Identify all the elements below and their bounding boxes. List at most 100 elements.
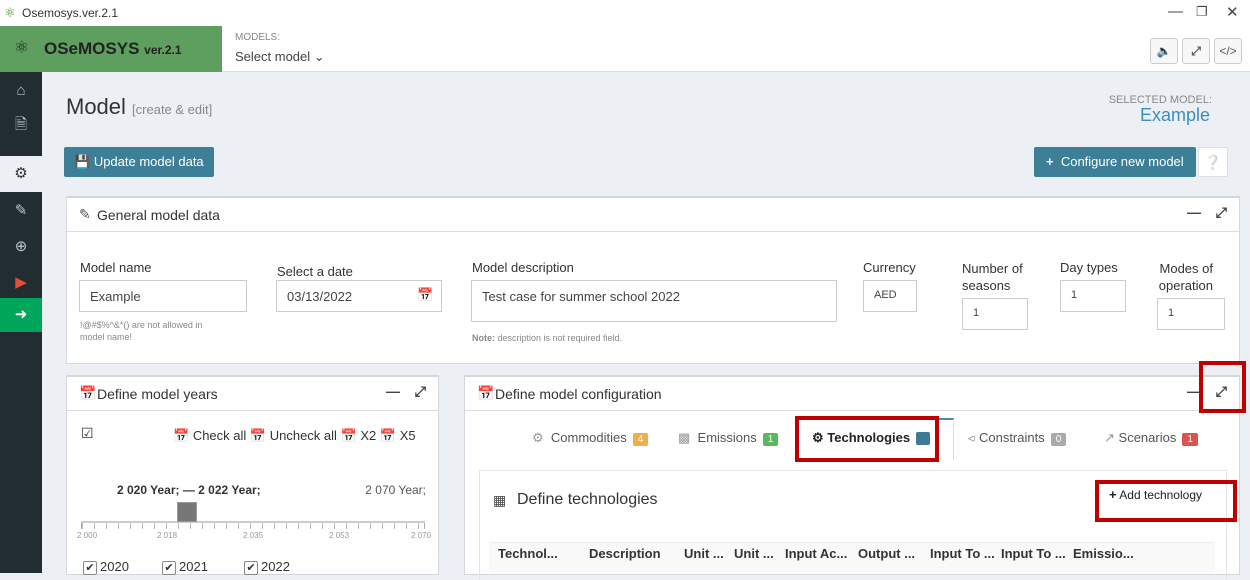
calendar-icon[interactable]: 📅 [417, 287, 433, 303]
arrow-right-icon: ➜ [14, 306, 28, 323]
close-icon[interactable]: ✕ [1226, 3, 1239, 21]
column-header[interactable]: Output ... [858, 546, 915, 561]
selected-model-value: Example [1139, 105, 1210, 125]
general-box-header: ✎ General model data — ⤢ [67, 198, 1239, 232]
highlight-expand [1199, 361, 1246, 413]
tab-constraints[interactable]: ⪦ Constraints 0 [968, 430, 1067, 446]
volume-icon: 🔈 [1156, 44, 1172, 58]
years-box-title: Define model years [97, 386, 218, 402]
model-name-label: Model name [80, 260, 152, 275]
years-box-header: 📅 Define model years — ⤢ [67, 377, 438, 411]
column-header[interactable]: Unit ... [734, 546, 774, 561]
x5-button[interactable]: 📅 X5 [380, 428, 416, 443]
year-slider-ticks [81, 523, 425, 529]
currency-input[interactable]: AED [863, 280, 917, 312]
seasons-label: Number of seasons [962, 261, 1023, 293]
share-icon: ⪦ [968, 430, 976, 445]
chart-icon: ▩ [678, 430, 691, 445]
uncheck-all-button[interactable]: 📅 Uncheck all [250, 428, 337, 443]
column-header[interactable]: Technol... [498, 546, 558, 561]
general-model-data-box: ✎ General model data — ⤢ Model name Exam… [66, 196, 1240, 364]
expand-icon: ⤢ [1191, 44, 1201, 58]
expand-button[interactable]: ⤢ [415, 383, 426, 400]
currency-label: Currency [863, 260, 916, 275]
page-title: Model [create & edit] [66, 94, 213, 119]
sound-button[interactable]: 🔈 [1150, 38, 1178, 64]
day-types-input[interactable]: 1 [1060, 280, 1126, 312]
minimize-icon[interactable]: — [1168, 3, 1183, 20]
tick-label: 2 053 [329, 531, 350, 540]
sidebar-item-next[interactable]: ➜ [0, 298, 42, 332]
code-button[interactable]: </> [1214, 38, 1242, 64]
day-types-label: Day types [1060, 260, 1118, 275]
tick-label: 2 018 [157, 531, 178, 540]
tick-label: 2 000 [77, 531, 98, 540]
column-header[interactable]: Emissio... [1073, 546, 1134, 561]
collapse-button[interactable]: — [386, 383, 400, 399]
check-all-button[interactable]: 📅 Check all [173, 428, 246, 443]
question-icon: ❔ [1204, 154, 1222, 170]
sidebar-item-search[interactable]: ⊕ [0, 230, 42, 264]
tech-section-title: Define technologies [517, 491, 658, 508]
sidebar-item-edit[interactable]: ✎ [0, 194, 42, 228]
date-label: Select a date [277, 264, 353, 279]
description-label: Model description [472, 260, 574, 275]
expand-button[interactable]: ⤢ [1216, 204, 1227, 221]
modes-label: Modes of operation [1158, 261, 1213, 293]
help-button[interactable]: ❔ [1198, 147, 1228, 177]
modes-input[interactable]: 1 [1157, 298, 1225, 330]
sidebar-item-run[interactable]: ▶ [0, 266, 42, 300]
cog-icon: ⚙ [532, 430, 544, 445]
window-titlebar: ⚛ Osemosys.ver.2.1 — ❐ ✕ [0, 0, 1250, 26]
column-header[interactable]: Input Ac... [785, 546, 847, 561]
collapse-button[interactable]: — [1187, 204, 1201, 220]
column-header[interactable]: Input To ... [930, 546, 995, 561]
x2-button[interactable]: 📅 X2 [341, 428, 377, 443]
brand-logo-icon: ⚛ [14, 38, 30, 57]
description-input[interactable]: Test case for summer school 2022 [471, 280, 837, 322]
sidebar: ⌂ 🗎 ⚙ ✎ ⊕ ▶ ➜ [0, 72, 42, 573]
models-label: MODELS: [235, 32, 281, 43]
fullscreen-button[interactable]: ⤢ [1182, 38, 1210, 64]
sidebar-item-docs[interactable]: 🗎 [0, 108, 42, 142]
model-config-box: 📅 Define model configuration — ⤢ ▦ Defin… [464, 375, 1240, 580]
brand-name: OSeMOSYS ver.2.1 [44, 39, 182, 58]
tab-emissions[interactable]: ▩ Emissions 1 [678, 430, 779, 446]
column-header[interactable]: Unit ... [684, 546, 724, 561]
seasons-input[interactable]: 1 [962, 298, 1028, 330]
tab-scenarios[interactable]: ↗ Scenarios 1 [1104, 430, 1198, 446]
edit-icon: ✎ [14, 202, 28, 219]
save-icon: 💾 [74, 154, 91, 169]
model-name-input[interactable]: Example [79, 280, 247, 312]
code-icon: </> [1219, 44, 1237, 58]
year-actions: 📅 Check all 📅 Uncheck all 📅 X2 📅 X5 [173, 428, 416, 444]
select-all-checkbox[interactable]: ☑ [81, 425, 94, 442]
tab-commodities[interactable]: ⚙ Commodities 4 [532, 430, 649, 446]
model-name-note: !@#$%^&*() are not allowed in model name! [80, 320, 203, 342]
sidebar-item-home[interactable]: ⌂ [0, 74, 42, 108]
restore-icon[interactable]: ❐ [1196, 4, 1208, 20]
config-box-title: Define model configuration [495, 386, 662, 402]
line-chart-icon: ↗ [1104, 430, 1115, 445]
tick-label: 2 070 [411, 531, 432, 540]
window-title: Osemosys.ver.2.1 [22, 6, 119, 20]
app-logo-icon: ⚛ [4, 5, 16, 20]
app-header: ⚛ OSeMOSYS ver.2.1 MODELS: Select model … [0, 26, 1250, 72]
year-range-label: 2 020 Year; — 2 022 Year; [117, 483, 261, 497]
play-icon: ▶ [15, 274, 27, 291]
update-model-button[interactable]: 💾 Update model data [64, 147, 214, 177]
column-header[interactable]: Input To ... [1001, 546, 1066, 561]
general-box-title: General model data [97, 207, 220, 223]
configure-new-model-button[interactable]: + Configure new model [1034, 147, 1196, 177]
year-slider-handle[interactable] [177, 502, 197, 522]
brand[interactable]: ⚛ OSeMOSYS ver.2.1 [0, 26, 222, 72]
config-box-header: 📅 Define model configuration — ⤢ [465, 377, 1239, 411]
column-header[interactable]: Description [589, 546, 661, 561]
edit-icon: ✎ [79, 206, 91, 222]
sidebar-item-model[interactable]: ⚙ [0, 156, 42, 192]
table-icon: ▦ [493, 492, 507, 508]
highlight-add-technology [1095, 480, 1237, 522]
model-select[interactable]: Select model ⌄ [235, 49, 325, 65]
zoom-icon: ⊕ [14, 238, 28, 255]
file-icon: 🗎 [14, 116, 28, 133]
